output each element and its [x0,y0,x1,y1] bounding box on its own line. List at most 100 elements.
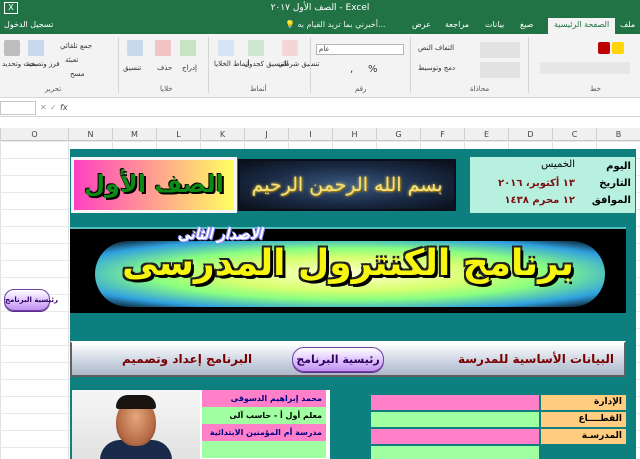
format-cells-icon[interactable] [127,40,143,56]
tell-me-box[interactable]: 💡 أخبرني بما تريد القيام به... [285,20,386,29]
font-color-icon[interactable] [598,42,610,54]
delete-button[interactable]: حذف [157,64,172,72]
group-number-label: رقم [355,85,367,93]
program-banner: برنامج الكنترول المدرسى الاصدار الثانى [70,225,626,313]
date-value: ١٣ أكتوبر، ٢٠١٦ [498,178,575,189]
column-header-l[interactable]: L [156,128,200,141]
name-box[interactable] [0,101,36,115]
formula-bar: ✕ ✓ fx [0,99,640,117]
teacher-empty-row[interactable] [202,441,326,458]
sort-filter-icon[interactable] [28,40,44,56]
gridline-horizontal [0,141,640,142]
conditional-formatting-icon[interactable] [282,40,298,56]
excel-window: X الصف الأول ٢٠١٧ - Excel تسجيل الدخول 💡… [0,0,640,459]
column-header-e[interactable]: E [464,128,508,141]
font-style-buttons[interactable] [540,62,630,74]
group-alignment-label: محاذاة [470,85,490,93]
ribbon: بحث وتحديد فرز وتصفية جمع تلقائي تعبئة م… [0,34,640,98]
gridline-vertical [68,141,69,459]
date-panel: اليوم الخميس التاريخ ١٣ أكتوبر، ٢٠١٦ الم… [470,157,635,213]
merge-center-button[interactable]: دمج وتوسيط [418,64,455,72]
tab-view[interactable]: عرض [412,20,431,29]
column-header-d[interactable]: D [508,128,552,141]
administration-label: الإدارة [541,395,626,410]
format-button[interactable]: تنسيق [123,64,141,72]
enter-icon[interactable]: ✓ [50,103,57,112]
cancel-icon[interactable]: ✕ [40,103,47,112]
date-label: التاريخ [599,178,631,189]
tab-file[interactable]: ملف [620,20,635,29]
tab-formulas[interactable]: صيغ [520,20,533,29]
group-font-label: خط [590,85,601,93]
delete-cells-icon[interactable] [155,40,171,56]
photo-hair [116,395,156,409]
window-title: الصف الأول ٢٠١٧ - Excel [270,3,370,13]
fill-button[interactable]: تعبئة [65,56,78,64]
edition-label: الاصدار الثانى [178,225,263,243]
insert-cells-icon[interactable] [180,40,196,56]
group-styles-label: أنماط [250,85,267,93]
column-header-h[interactable]: H [332,128,376,141]
extra-value[interactable] [371,446,539,459]
side-home-button[interactable]: رئيسية البرنامج [4,289,58,311]
school-label: المدرسـة [541,429,626,444]
cell-styles-icon[interactable] [218,40,234,56]
sort-filter-button[interactable]: فرز وتصفية [26,60,60,68]
tab-review[interactable]: مراجعة [445,20,469,29]
column-headers: ONMLKJIHGFEDCBA [0,128,640,141]
sector-value[interactable] [371,412,539,427]
column-header-n[interactable]: N [68,128,112,141]
column-header-g[interactable]: G [376,128,420,141]
home-button[interactable]: رئيسية البرنامج [292,347,384,372]
find-select-icon[interactable] [4,40,20,56]
align-icons[interactable] [480,42,520,58]
group-cells-label: خلايا [160,85,173,93]
wrap-text-button[interactable]: التفاف النص [418,44,454,52]
day-label: اليوم [606,161,631,172]
indent-icons[interactable] [480,62,520,78]
percent-style-button[interactable]: % [368,64,378,75]
teacher-title[interactable]: معلم أول أ - حاسب آلى [202,407,326,424]
conditional-formatting-button[interactable]: تنسيق شرطي [278,60,320,68]
administration-value[interactable] [371,395,539,410]
number-format-select[interactable]: عام [316,44,404,55]
day-value: الخميس [541,159,575,170]
admin-info: الإدارة القطــــاع المدرسـة [371,390,626,459]
worksheet[interactable]: رئيسية البرنامج اليوم الخميس التاريخ ١٣ … [0,141,640,459]
sector-label: القطــــاع [541,412,626,427]
teacher-photo [72,390,200,459]
column-header-j[interactable]: J [244,128,288,141]
tab-data[interactable]: بيانات [485,20,504,29]
bismillah-calligraphy: بسم الله الرحمن الرحيم [238,159,456,211]
hijri-label: الموافق [591,195,631,206]
tab-home[interactable]: الصفحة الرئيسية [548,18,616,34]
column-header-m[interactable]: M [112,128,156,141]
comma-style-button[interactable]: , [350,64,353,75]
insert-function-icon[interactable]: fx [60,103,68,112]
column-header-i[interactable]: I [288,128,332,141]
format-as-table-icon[interactable] [248,40,264,56]
teacher-name[interactable]: محمد إبراهيم الدسوقى [202,390,326,407]
clear-button[interactable]: مسح [70,70,85,78]
program-title: برنامج الكنترول المدرسى [122,243,574,284]
column-header-k[interactable]: K [200,128,244,141]
school-data-link[interactable]: البيانات الأساسية للمدرسة [458,352,614,366]
gridline-vertical [0,141,1,459]
hijri-value: ١٢ محرم ١٤٣٨ [504,195,575,206]
prepared-by-label: البرنامج إعداد وتصميم [122,352,253,366]
column-header-b[interactable]: B [596,128,640,141]
ribbon-separator [118,37,119,93]
fill-color-icon[interactable] [612,42,624,54]
autosum-button[interactable]: جمع تلقائي [60,42,92,50]
teacher-info: محمد إبراهيم الدسوقى معلم أول أ - حاسب آ… [202,390,326,459]
ribbon-separator [310,37,311,93]
teacher-school[interactable]: مدرسة أم المؤمنين الابتدائية [202,424,326,441]
column-header-c[interactable]: C [552,128,596,141]
school-value[interactable] [371,429,539,444]
ribbon-separator [410,37,411,93]
insert-button[interactable]: إدراج [182,64,197,72]
sign-in-link[interactable]: تسجيل الدخول [4,20,53,29]
column-header-f[interactable]: F [420,128,464,141]
column-header-o[interactable]: O [0,128,68,141]
grade-title: الصف الأول [71,157,237,213]
